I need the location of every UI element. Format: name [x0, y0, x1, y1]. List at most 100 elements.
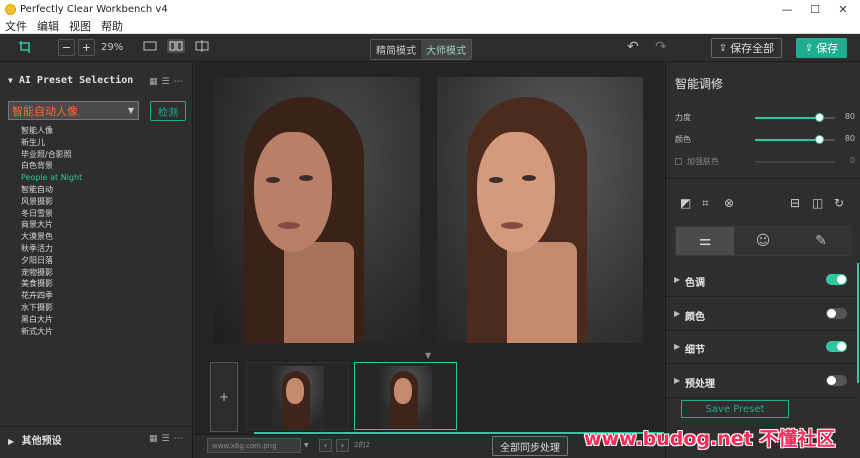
- enhance-skin-checkbox[interactable]: [675, 158, 682, 165]
- slider-knob[interactable]: [815, 113, 824, 122]
- list-view-icon[interactable]: ☰: [162, 434, 170, 444]
- slider-label: 颜色: [675, 135, 691, 144]
- minimize-button[interactable]: —: [776, 3, 798, 16]
- after-image[interactable]: [437, 77, 643, 343]
- face-shape: [477, 132, 555, 252]
- close-button[interactable]: ✕: [832, 3, 854, 16]
- undo-icon[interactable]: ↶: [627, 39, 639, 55]
- page-count: 2的2: [354, 441, 370, 449]
- section-row[interactable]: ▶ 细节: [666, 331, 856, 364]
- section-name: 预处理: [685, 378, 715, 390]
- preset-item[interactable]: 美食摄影: [21, 278, 82, 290]
- slider-track[interactable]: [755, 113, 835, 122]
- preset-item[interactable]: 新生儿: [21, 137, 82, 149]
- save-label: 保存: [816, 42, 839, 55]
- left-panel: ▼ AI Preset Selection ▦ ☰ ⋯ 智能自动人像 ▼ 检测 …: [0, 63, 193, 458]
- section-toggle[interactable]: [826, 374, 847, 386]
- preset-dropdown[interactable]: 智能自动人像 ▼: [8, 101, 139, 120]
- preset-item[interactable]: 夕阳日落: [21, 255, 82, 267]
- thumbnail-1[interactable]: [246, 362, 349, 430]
- master-mode-tab[interactable]: 大师模式: [421, 40, 471, 59]
- section-row[interactable]: ▶ 色调: [666, 264, 856, 297]
- center-panel: ▼ + www.x6g.com.png ▼ ‹ › 2的2 全部同步处理: [194, 63, 664, 458]
- menu-view[interactable]: 视图: [69, 18, 91, 34]
- curves-icon[interactable]: ◩: [680, 196, 691, 210]
- menu-bar: 文件 编辑 视图 帮助: [0, 18, 860, 34]
- grid-view-icon[interactable]: ▦: [149, 434, 158, 444]
- crop-icon[interactable]: ⌗: [702, 196, 709, 211]
- zoom-out-button[interactable]: −: [58, 39, 75, 56]
- slider-knob[interactable]: [815, 135, 824, 144]
- add-image-button[interactable]: +: [210, 362, 238, 432]
- prev-image-button[interactable]: ‹: [319, 439, 332, 452]
- slider-row: 颜色 80: [675, 134, 855, 146]
- tab-paint-icon[interactable]: ✎: [792, 227, 850, 255]
- rotate-icon[interactable]: ↻: [834, 196, 844, 210]
- other-presets-title: 其他预设: [21, 436, 62, 447]
- preset-item[interactable]: 风景摄影: [21, 196, 82, 208]
- enhance-skin-slider[interactable]: [755, 161, 835, 163]
- menu-file[interactable]: 文件: [5, 18, 27, 34]
- panel-scrollbar[interactable]: [857, 263, 859, 383]
- redo-icon[interactable]: ↷: [655, 39, 667, 55]
- flip-horizontal-icon[interactable]: ◫: [812, 196, 823, 210]
- preset-item[interactable]: 毕业照/合影照: [21, 149, 82, 161]
- menu-help[interactable]: 帮助: [101, 18, 123, 34]
- other-presets-header[interactable]: ▶ 其他预设: [8, 432, 62, 447]
- preset-item[interactable]: 智能自动: [21, 184, 82, 196]
- redeye-icon[interactable]: ⊗: [724, 196, 734, 210]
- more-icon[interactable]: ⋯: [174, 434, 183, 444]
- section-toggle[interactable]: [826, 307, 847, 319]
- before-image[interactable]: [214, 77, 420, 343]
- section-row[interactable]: ▶ 预处理: [666, 365, 856, 398]
- side-by-side-view-icon[interactable]: [167, 39, 185, 53]
- next-image-button[interactable]: ›: [336, 439, 349, 452]
- preset-list: 智能人像 新生儿 毕业照/合影照 白色背景 People at Night 智能自动 风景摄…: [21, 125, 82, 337]
- tab-adjust-sliders-icon[interactable]: ⚌: [676, 227, 734, 255]
- section-toggle[interactable]: [826, 274, 847, 285]
- detect-button[interactable]: 检测: [150, 101, 186, 121]
- sync-all-button[interactable]: 全部同步处理: [492, 436, 568, 456]
- eye-shape: [489, 177, 503, 183]
- preset-item[interactable]: 花卉四季: [21, 290, 82, 302]
- grid-view-icon[interactable]: ▦: [149, 77, 158, 87]
- section-toggle[interactable]: [826, 341, 847, 352]
- single-view-icon[interactable]: [143, 40, 157, 52]
- preset-item[interactable]: People at Night: [21, 172, 82, 184]
- preset-item[interactable]: 宠物摄影: [21, 267, 82, 279]
- file-name-dropdown[interactable]: www.x6g.com.png ▼: [207, 438, 309, 453]
- smart-adjust-title: 智能调修: [675, 77, 724, 91]
- section-row[interactable]: ▶ 颜色: [666, 298, 856, 331]
- thumbnail-2[interactable]: [354, 362, 457, 430]
- split-view-icon[interactable]: [195, 40, 209, 52]
- menu-edit[interactable]: 编辑: [37, 18, 59, 34]
- flip-vertical-icon[interactable]: ⊟: [790, 196, 800, 210]
- save-all-button[interactable]: ⇪ 保存全部: [711, 38, 782, 58]
- preset-item[interactable]: 秋季活力: [21, 243, 82, 255]
- slider-value: 80: [844, 134, 855, 143]
- save-preset-button[interactable]: Save Preset: [681, 400, 789, 418]
- preset-item[interactable]: 黑白大片: [21, 314, 82, 326]
- preset-item[interactable]: 商景大片: [21, 219, 82, 231]
- zoom-in-button[interactable]: +: [78, 39, 95, 56]
- list-view-icon[interactable]: ☰: [162, 77, 170, 87]
- maximize-button[interactable]: ☐: [804, 3, 826, 16]
- other-presets-section: ▶ 其他预设 ▦ ☰ ⋯: [0, 426, 193, 458]
- neck-shape: [507, 242, 577, 343]
- window-title: Perfectly Clear Workbench v4: [20, 3, 168, 15]
- preset-view-toggle: ▦ ☰ ⋯: [149, 77, 183, 87]
- more-icon[interactable]: ⋯: [174, 77, 183, 87]
- tab-face-icon[interactable]: ☺: [734, 227, 792, 255]
- preset-item[interactable]: 冬日雪景: [21, 208, 82, 220]
- crop-select-icon[interactable]: [18, 40, 32, 54]
- simple-mode-tab[interactable]: 精简模式: [371, 40, 421, 59]
- save-button[interactable]: ⇪ 保存: [796, 38, 847, 58]
- preset-item[interactable]: 新式大片: [21, 326, 82, 338]
- preset-item[interactable]: 大漠景色: [21, 231, 82, 243]
- preset-section-header[interactable]: ▼ AI Preset Selection: [8, 75, 133, 86]
- preset-item[interactable]: 白色背景: [21, 160, 82, 172]
- filmstrip-toggle-icon[interactable]: ▼: [425, 351, 431, 360]
- preset-item[interactable]: 智能人像: [21, 125, 82, 137]
- preset-item[interactable]: 水下摄影: [21, 302, 82, 314]
- slider-track[interactable]: [755, 135, 835, 144]
